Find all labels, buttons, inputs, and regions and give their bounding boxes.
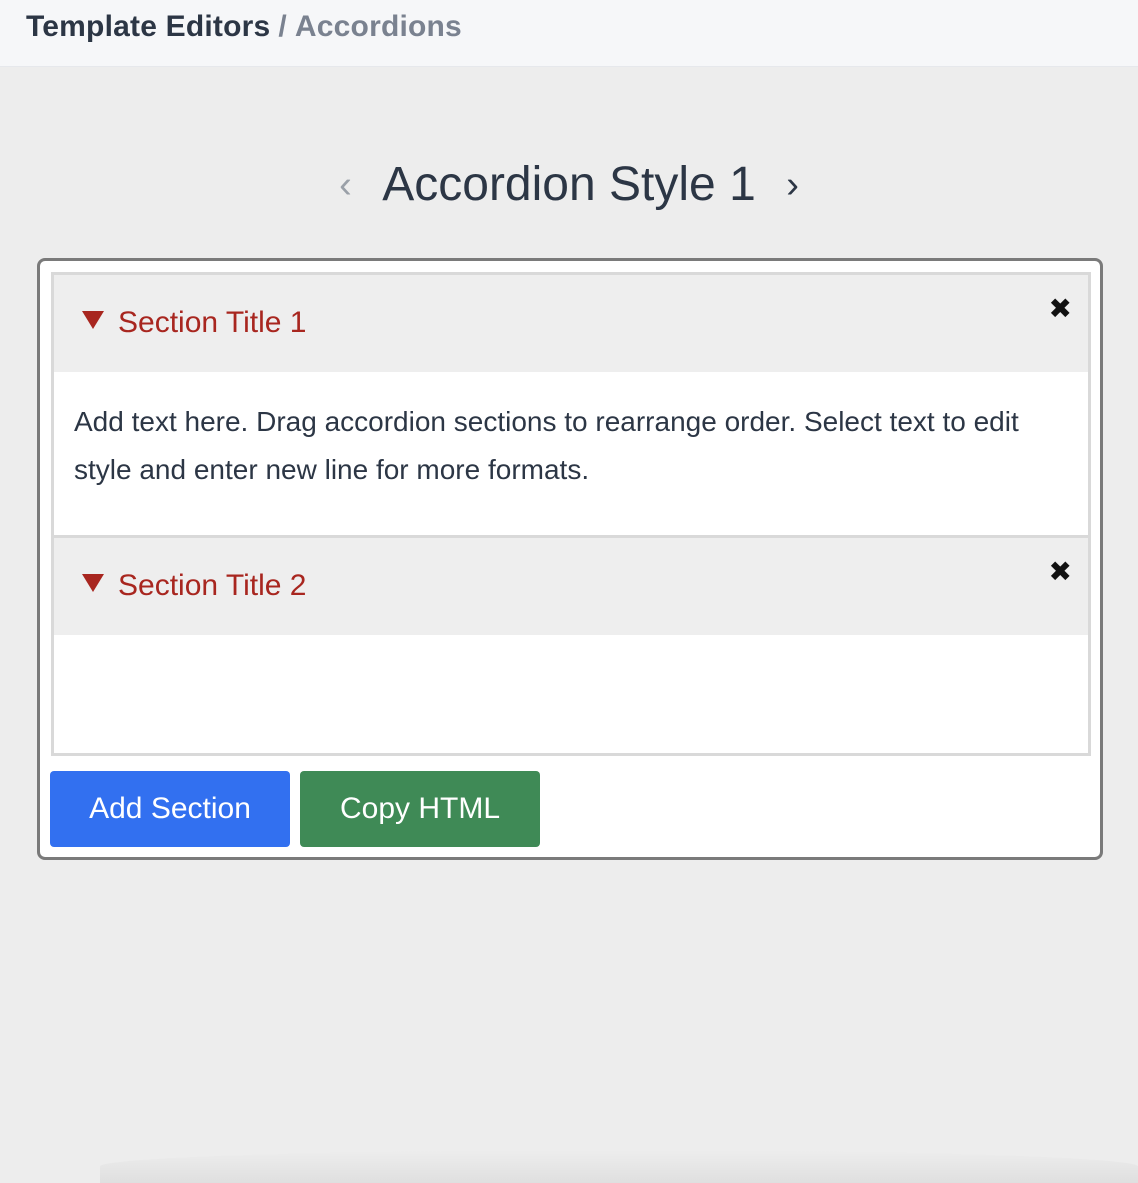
accordion-editor: Section Title 1 ✖ Add text here. Drag ac…: [37, 258, 1103, 860]
section-header[interactable]: Section Title 1 ✖: [54, 275, 1088, 372]
copy-html-button[interactable]: Copy HTML: [300, 771, 540, 847]
section-header[interactable]: Section Title 2 ✖: [54, 538, 1088, 635]
page-title: Accordion Style 1: [382, 158, 756, 211]
close-icon[interactable]: ✖: [1049, 293, 1072, 325]
breadcrumb-link-template-editors[interactable]: Template Editors: [26, 10, 270, 43]
section-body[interactable]: Add text here. Drag accordion sections t…: [54, 372, 1088, 535]
accordion-section[interactable]: Section Title 2 ✖: [54, 538, 1088, 751]
caret-down-icon[interactable]: [82, 311, 104, 329]
section-title[interactable]: Section Title 2: [118, 566, 306, 606]
section-title[interactable]: Section Title 1: [118, 303, 306, 343]
add-section-button[interactable]: Add Section: [50, 771, 290, 847]
accordion-section[interactable]: Section Title 1 ✖ Add text here. Drag ac…: [54, 275, 1088, 538]
style-carousel: ‹ Accordion Style 1 ›: [0, 150, 1138, 220]
top-bar: Template Editors / Accordions: [0, 0, 1138, 67]
bottom-shadow: [100, 1150, 1138, 1183]
accordion-list: Section Title 1 ✖ Add text here. Drag ac…: [51, 272, 1091, 756]
breadcrumb-separator: /: [278, 10, 287, 43]
breadcrumb-current: Accordions: [294, 10, 462, 43]
caret-down-icon[interactable]: [82, 574, 104, 592]
close-icon[interactable]: ✖: [1049, 556, 1072, 588]
chevron-left-icon[interactable]: ‹: [327, 150, 364, 220]
section-body[interactable]: [54, 635, 1088, 751]
breadcrumb: Template Editors / Accordions: [26, 8, 462, 46]
chevron-right-icon[interactable]: ›: [774, 150, 811, 220]
